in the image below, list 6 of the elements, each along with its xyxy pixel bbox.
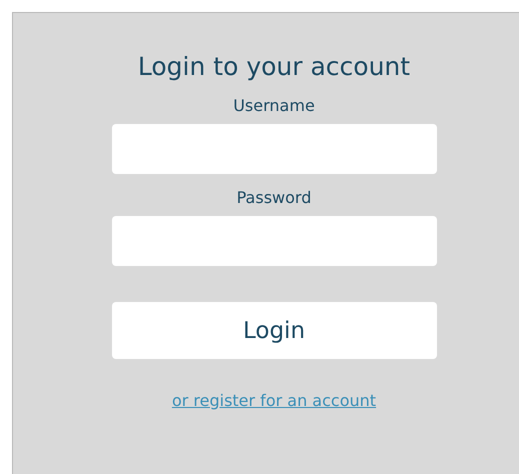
form-title: Login to your account (138, 51, 410, 83)
field-label: Username (233, 96, 315, 116)
input-field[interactable] (112, 216, 436, 266)
field-label: Password (236, 188, 312, 208)
input-field[interactable] (112, 124, 436, 174)
login-button[interactable]: Login (112, 302, 436, 359)
